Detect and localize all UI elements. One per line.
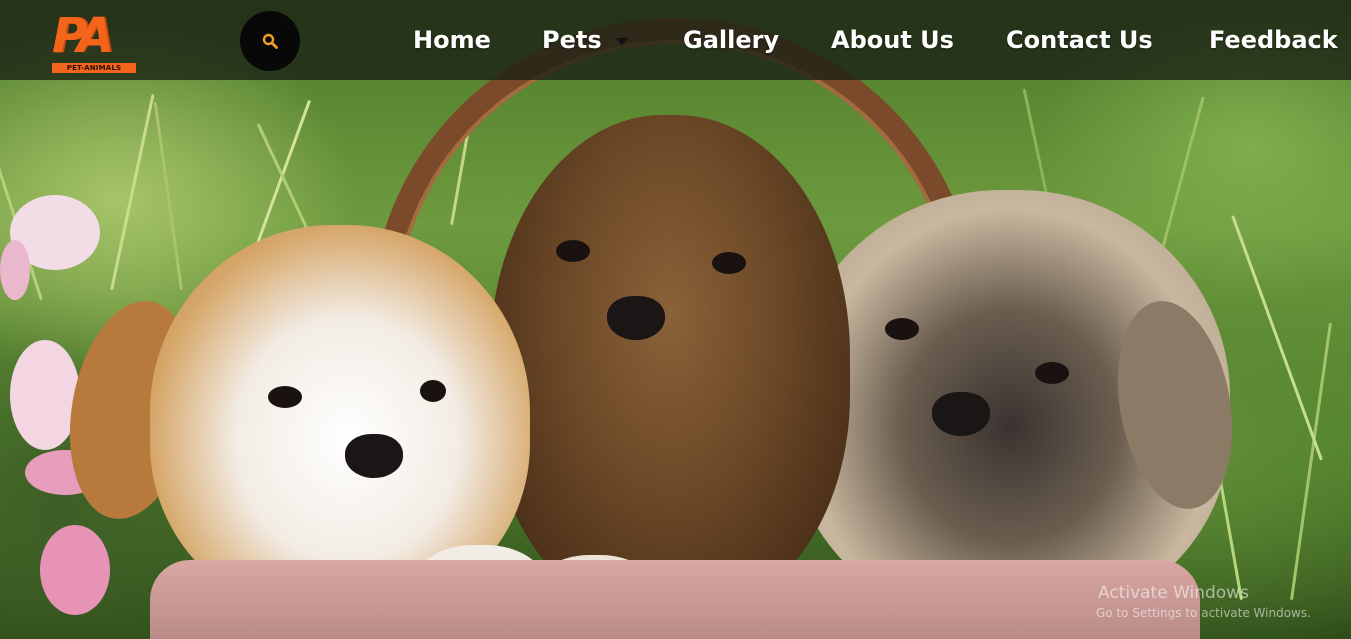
nav-home[interactable]: Home [413,22,491,58]
top-navbar: PA PET-ANIMALS Home Pets Gallery About U… [0,0,1351,80]
grass-blade [1231,215,1323,461]
search-icon [262,33,278,49]
watermark-subtitle: Go to Settings to activate Windows. [1096,606,1311,620]
chevron-down-icon [615,37,628,45]
site-logo[interactable]: PA PET-ANIMALS [52,10,138,74]
grass-blade [1290,322,1332,601]
puppy-nose [932,392,990,436]
search-button[interactable] [240,11,300,71]
flower [40,525,110,615]
nav-contact-us-label: Contact Us [1006,26,1153,54]
nav-gallery[interactable]: Gallery [683,22,779,58]
nav-pets-label: Pets [542,26,602,54]
nav-home-label: Home [413,26,491,54]
watermark-title: Activate Windows [1098,583,1249,603]
nav-pets-dropdown[interactable]: Pets [542,22,628,58]
nav-about-us[interactable]: About Us [831,22,954,58]
puppy-nose [345,434,403,478]
puppy-eye [420,380,446,402]
puppy-eye [712,252,746,274]
puppy-eye [268,386,302,408]
puppy-eye [556,240,590,262]
logo-tagline: PET-ANIMALS [52,63,136,73]
nav-feedback-label: Feedback [1209,26,1338,54]
puppy-eye [885,318,919,340]
nav-gallery-label: Gallery [683,26,780,54]
grass-blade [153,101,183,291]
nav-feedback[interactable]: Feedback [1209,22,1338,58]
nav-contact-us[interactable]: Contact Us [1006,22,1153,58]
activate-windows-watermark: Activate Windows Go to Settings to activ… [1070,582,1340,628]
flower [0,240,30,300]
logo-mark: PA [52,8,114,64]
puppy-eye [1035,362,1069,384]
puppy-middle [490,115,850,615]
puppy-nose [607,296,665,340]
hero-image [0,0,1351,639]
nav-about-us-label: About Us [831,26,954,54]
basket-rim [150,560,1200,639]
grass-blade [110,94,155,291]
